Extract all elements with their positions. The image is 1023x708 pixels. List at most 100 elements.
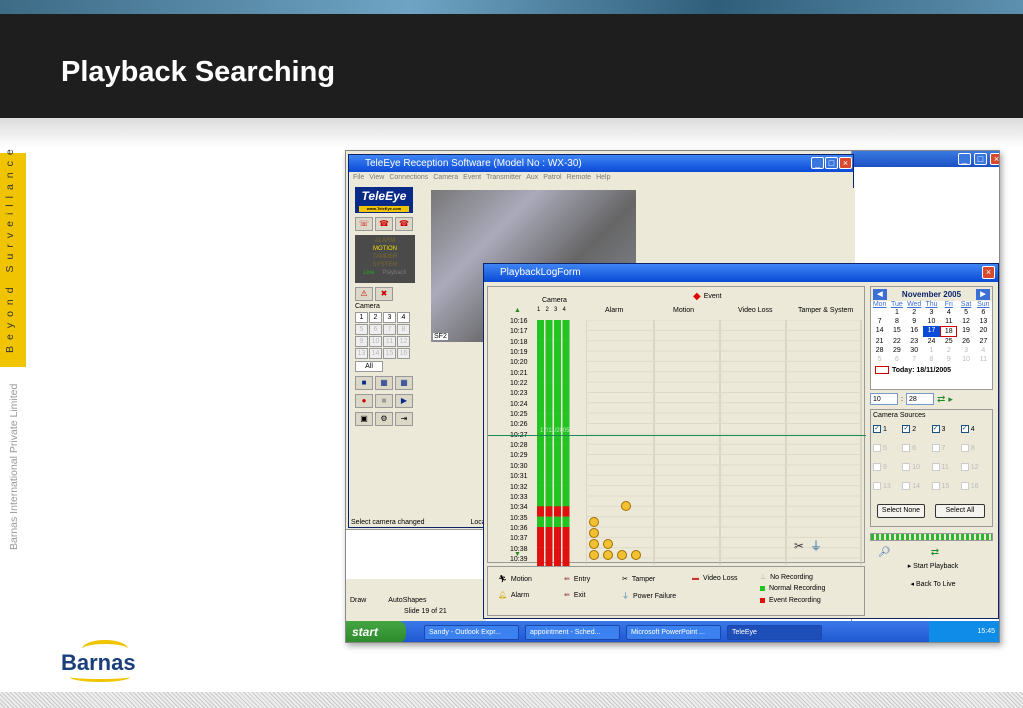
recording-segment[interactable] [554, 320, 561, 331]
camera-button[interactable]: 2 [369, 312, 382, 323]
phone-icon[interactable]: ☏ [355, 217, 373, 231]
camera-button[interactable]: 16 [397, 348, 410, 359]
recording-segment[interactable] [562, 392, 570, 403]
minute-spinner[interactable]: 28 [905, 393, 934, 405]
record-icon[interactable]: ● [355, 394, 373, 408]
hangup-icon[interactable]: ☎ [395, 217, 413, 231]
camera-button[interactable]: 8 [397, 324, 410, 335]
recording-segment[interactable] [545, 330, 553, 341]
camera-source-checkbox[interactable]: 8 [960, 444, 990, 452]
prev-month-icon[interactable]: ◀ [873, 288, 887, 300]
recording-segment[interactable] [537, 537, 544, 548]
next-month-icon[interactable]: ▶ [976, 288, 990, 300]
camera-source-checkbox[interactable]: 9 [873, 463, 902, 471]
recording-segment[interactable] [562, 485, 570, 497]
recording-segment[interactable] [554, 464, 561, 476]
calendar-day[interactable]: 3 [957, 346, 974, 355]
checkbox-icon[interactable]: ✓ [902, 425, 911, 433]
save-icon[interactable]: ▣ [355, 412, 373, 426]
menu-item[interactable]: Camera [433, 174, 458, 181]
camera-button[interactable]: 1 [355, 312, 368, 323]
menu-item[interactable]: Aux [526, 174, 538, 181]
camera-source-checkbox[interactable]: ✓ 2 [902, 425, 931, 433]
stop-icon[interactable]: ■ [375, 394, 393, 408]
calendar-day[interactable]: 3 [923, 308, 940, 317]
recording-segment[interactable] [554, 485, 561, 497]
camera-button[interactable]: 4 [397, 312, 410, 323]
recording-segment[interactable] [537, 320, 544, 331]
autoshapes-menu[interactable]: AutoShapes [388, 597, 426, 604]
checkbox-icon[interactable]: ✓ [931, 425, 940, 433]
recording-segment[interactable] [562, 351, 570, 362]
search-icon[interactable]: 🔎︎ [878, 547, 891, 558]
recording-segment[interactable] [562, 382, 570, 393]
recording-segment[interactable] [537, 382, 544, 393]
camera-source-checkbox[interactable]: ✓ 4 [960, 425, 990, 433]
camera-button[interactable]: 9 [355, 336, 368, 347]
recording-segment[interactable] [537, 361, 544, 372]
calendar-day[interactable]: 2 [906, 308, 923, 317]
alarm-event-icon[interactable] [589, 550, 599, 560]
camera-button[interactable]: 15 [383, 348, 396, 359]
calendar-today[interactable]: Today: 18/11/2005 [871, 366, 992, 374]
power-failure-event-icon[interactable]: ⏚ [810, 539, 822, 553]
checkbox-icon[interactable] [931, 463, 940, 471]
recording-segment[interactable] [554, 371, 561, 383]
scroll-up-icon[interactable]: ▲ [514, 307, 521, 314]
start-button[interactable]: start [346, 621, 406, 642]
recording-segment[interactable] [545, 464, 553, 476]
single-view-icon[interactable]: ■ [355, 376, 373, 390]
close-icon[interactable]: × [839, 157, 852, 169]
recording-segment[interactable] [554, 495, 561, 507]
calendar-day[interactable]: 11 [975, 355, 992, 364]
camera-source-checkbox[interactable]: 12 [960, 463, 990, 471]
start-playback-button[interactable]: ▸ Start Playback [870, 562, 996, 570]
menu-item[interactable]: View [369, 174, 384, 181]
calendar-day[interactable]: 6 [975, 308, 992, 317]
calendar-day[interactable]: 15 [888, 326, 905, 337]
maximize-icon[interactable]: □ [825, 157, 838, 169]
connect-icon[interactable]: ☎ [375, 217, 393, 231]
calendar-day[interactable] [871, 308, 888, 317]
taskbar-task[interactable]: Microsoft PowerPoint ... [626, 624, 721, 640]
recording-segment[interactable] [554, 402, 561, 414]
recording-segment[interactable] [545, 444, 553, 455]
recording-segment[interactable] [545, 516, 553, 528]
recording-segment[interactable] [537, 485, 544, 497]
recording-segment[interactable] [554, 330, 561, 341]
recording-segment[interactable] [562, 402, 570, 414]
scroll-down-icon[interactable]: ▼ [514, 551, 521, 558]
recording-segment[interactable] [545, 454, 553, 466]
calendar-day[interactable]: 28 [871, 346, 888, 355]
recording-segment[interactable] [554, 454, 561, 466]
calendar-day[interactable]: 27 [975, 337, 992, 346]
recording-segment[interactable] [545, 547, 553, 559]
camera-source-checkbox[interactable]: 16 [960, 482, 990, 490]
sync-icon[interactable]: ⇄ [931, 547, 939, 558]
alarm-event-icon[interactable] [589, 528, 599, 538]
taskbar-task[interactable]: Sandy - Outlook Expr... [424, 624, 519, 640]
recording-segment[interactable] [537, 527, 544, 538]
recording-segment[interactable] [562, 330, 570, 341]
calendar-day[interactable]: 7 [871, 317, 888, 326]
recording-segment[interactable] [545, 382, 553, 393]
calendar-day[interactable]: 17 [922, 326, 941, 337]
recording-segment[interactable] [562, 527, 570, 538]
calendar-day[interactable]: 1 [888, 308, 905, 317]
recording-segment[interactable] [545, 361, 553, 372]
back-to-live-button[interactable]: ◂ Back To Live [870, 580, 996, 588]
camera-button[interactable]: 12 [397, 336, 410, 347]
calendar-day[interactable]: 1 [923, 346, 940, 355]
calendar-day[interactable]: 25 [940, 337, 957, 346]
camera-source-checkbox[interactable]: 6 [902, 444, 931, 452]
calendar-day[interactable]: 4 [940, 308, 957, 317]
calendar-day[interactable]: 23 [906, 337, 923, 346]
calendar-day[interactable]: 22 [888, 337, 905, 346]
camera-source-checkbox[interactable]: 10 [902, 463, 931, 471]
checkbox-icon[interactable] [902, 463, 911, 471]
recording-segment[interactable] [545, 506, 553, 517]
recording-segment[interactable] [545, 392, 553, 403]
recording-segment[interactable] [545, 402, 553, 414]
calendar-day[interactable]: 6 [888, 355, 905, 364]
recording-segment[interactable] [537, 464, 544, 476]
